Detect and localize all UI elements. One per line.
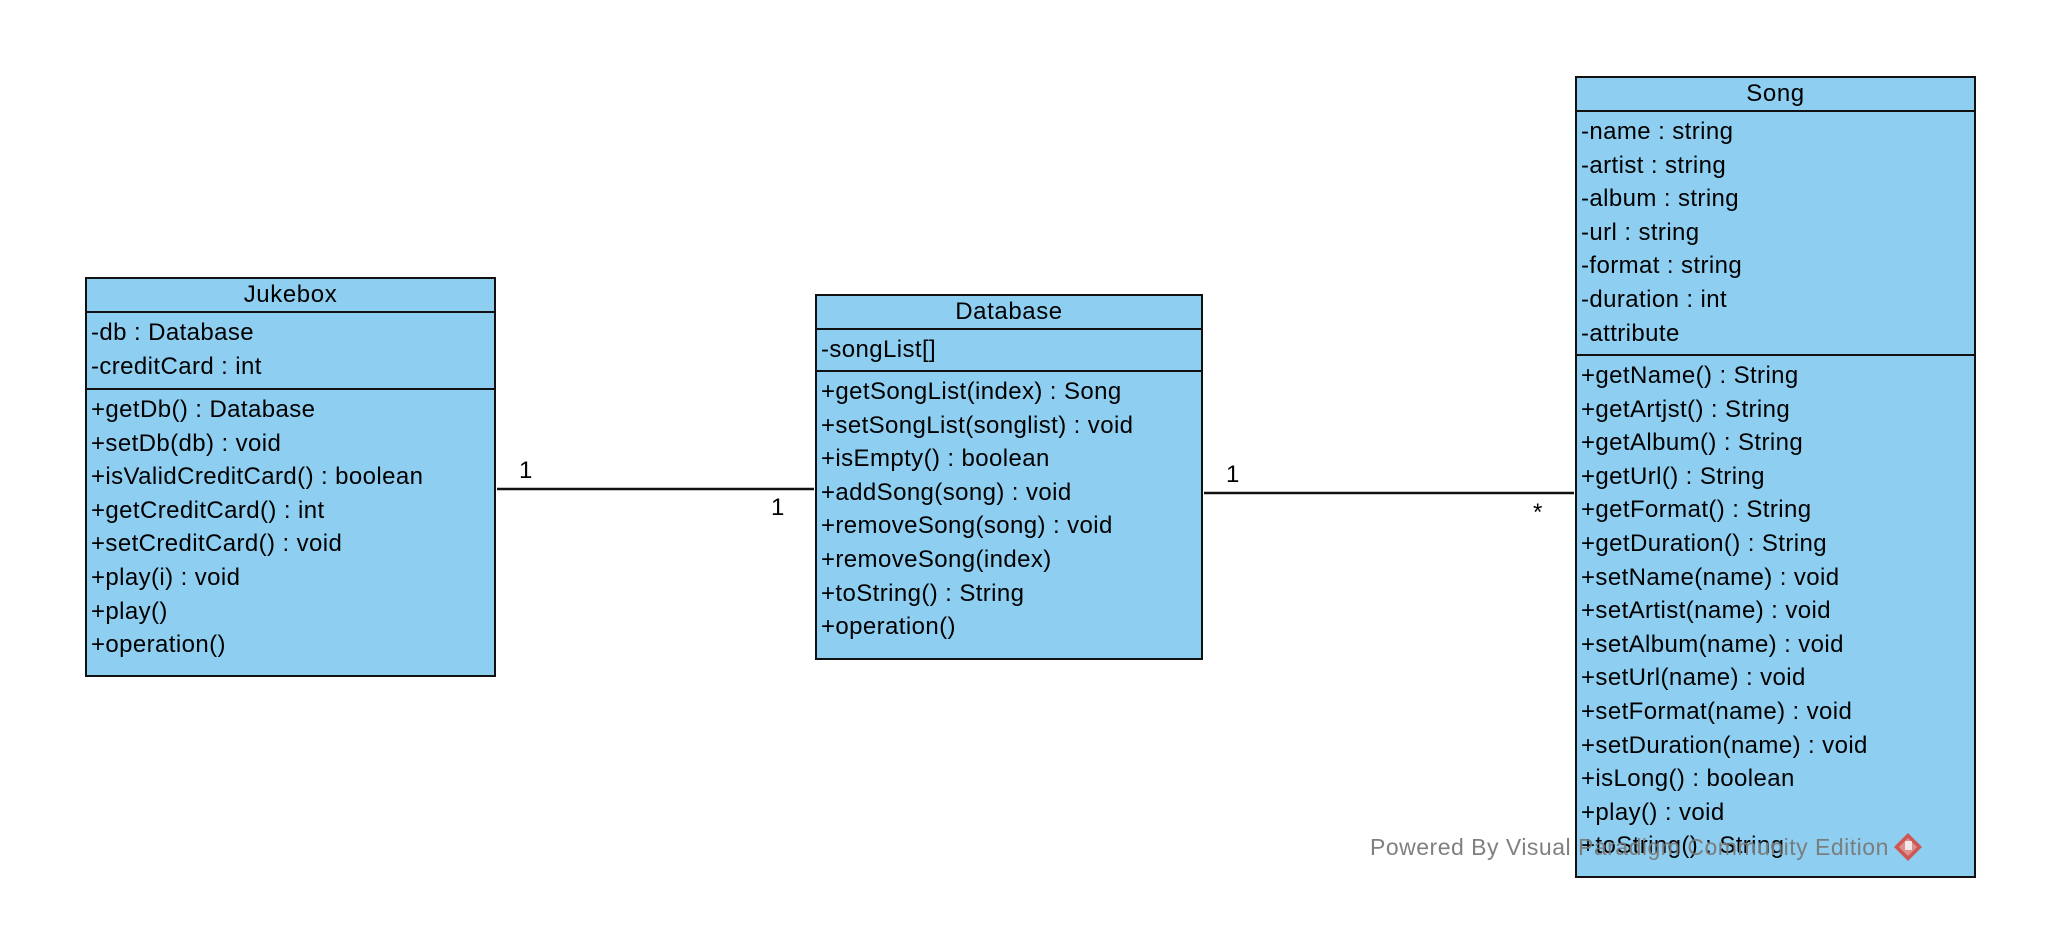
operation[interactable]: +getAlbum() : String [1581, 426, 1974, 460]
attribute[interactable]: -url : string [1581, 216, 1974, 250]
class-song[interactable]: Song -name : string -artist : string -albu… [1575, 76, 1976, 878]
operation[interactable]: +removeSong(song) : void [821, 509, 1201, 543]
operation[interactable]: +setDb(db) : void [91, 427, 494, 461]
multiplicity-jukebox-end: 1 [519, 457, 533, 484]
multiplicity-database-end-right: 1 [1226, 461, 1240, 488]
class-name: Song [1577, 78, 1974, 112]
operation[interactable]: +setAlbum(name) : void [1581, 628, 1974, 662]
operation[interactable]: +getUrl() : String [1581, 460, 1974, 494]
operation[interactable]: +isEmpty() : boolean [821, 442, 1201, 476]
operation[interactable]: +setName(name) : void [1581, 561, 1974, 595]
attribute[interactable]: -duration : int [1581, 283, 1974, 317]
attribute[interactable]: -attribute [1581, 317, 1974, 351]
operation[interactable]: +setCreditCard() : void [91, 527, 494, 561]
attributes-compartment: -name : string -artist : string -album : s… [1577, 112, 1974, 356]
operation[interactable]: +addSong(song) : void [821, 476, 1201, 510]
operation[interactable]: +removeSong(index) [821, 543, 1201, 577]
operation[interactable]: +getName() : String [1581, 359, 1974, 393]
operation[interactable]: +setDuration(name) : void [1581, 729, 1974, 763]
attribute[interactable]: -songList[] [821, 333, 1201, 367]
operation[interactable]: +setUrl(name) : void [1581, 661, 1974, 695]
operations-compartment: +getName() : String +getArtjst() : String… [1577, 356, 1974, 863]
operation[interactable]: +play(i) : void [91, 561, 494, 595]
operation[interactable]: +operation() [91, 628, 494, 662]
class-name: Database [817, 296, 1201, 330]
operation[interactable]: +getDb() : Database [91, 393, 494, 427]
operations-compartment: +getDb() : Database +setDb(db) : void +isV… [87, 390, 494, 662]
operation[interactable]: +isValidCreditCard() : boolean [91, 460, 494, 494]
operation[interactable]: +setArtist(name) : void [1581, 594, 1974, 628]
operation[interactable]: +getCreditCard() : int [91, 494, 494, 528]
visual-paradigm-logo-icon [1893, 832, 1923, 862]
attribute[interactable]: -album : string [1581, 182, 1974, 216]
operation[interactable]: +getFormat() : String [1581, 493, 1974, 527]
class-name: Jukebox [87, 279, 494, 313]
attributes-compartment: -db : Database -creditCard : int [87, 313, 494, 390]
class-jukebox[interactable]: Jukebox -db : Database -creditCard : int … [85, 277, 496, 677]
attribute[interactable]: -db : Database [91, 316, 494, 350]
operation[interactable]: +getArtjst() : String [1581, 393, 1974, 427]
attributes-compartment: -songList[] [817, 330, 1201, 372]
operation[interactable]: +toString() : String [821, 577, 1201, 611]
operation[interactable]: +getDuration() : String [1581, 527, 1974, 561]
operation[interactable]: +operation() [821, 610, 1201, 644]
attribute[interactable]: -name : string [1581, 115, 1974, 149]
operation[interactable]: +play() : void [1581, 796, 1974, 830]
operation[interactable]: +isLong() : boolean [1581, 762, 1974, 796]
operation[interactable]: +getSongList(index) : Song [821, 375, 1201, 409]
attribute[interactable]: -artist : string [1581, 149, 1974, 183]
multiplicity-song-end: * [1533, 499, 1543, 526]
operation[interactable]: +play() [91, 595, 494, 629]
attribute[interactable]: -format : string [1581, 249, 1974, 283]
watermark-text: Powered By Visual Paradigm Community Edi… [1370, 833, 1889, 860]
class-database[interactable]: Database -songList[] +getSongList(index)… [815, 294, 1203, 660]
multiplicity-database-end-left: 1 [771, 494, 785, 521]
operation[interactable]: +setFormat(name) : void [1581, 695, 1974, 729]
watermark: Powered By Visual Paradigm Community Edi… [1370, 832, 1923, 862]
operation[interactable]: +setSongList(songlist) : void [821, 409, 1201, 443]
operations-compartment: +getSongList(index) : Song +setSongList(s… [817, 372, 1201, 644]
attribute[interactable]: -creditCard : int [91, 350, 494, 384]
